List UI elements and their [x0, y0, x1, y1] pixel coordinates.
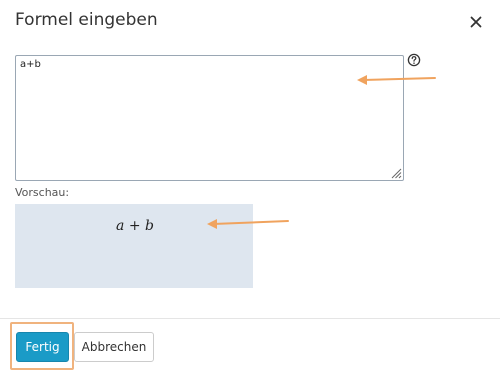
close-icon[interactable] — [466, 12, 486, 32]
preview-label: Vorschau: — [15, 186, 70, 199]
annotation-arrow-input — [357, 75, 436, 85]
formula-dialog: Formel eingeben a+b Vorschau: a + b Fert… — [0, 0, 500, 382]
cancel-button[interactable]: Abbrechen — [74, 332, 154, 362]
formula-input[interactable]: a+b — [15, 55, 404, 181]
footer-divider — [0, 318, 500, 319]
dialog-header: Formel eingeben — [0, 0, 500, 44]
question-circle-icon[interactable] — [407, 53, 421, 67]
dialog-title: Formel eingeben — [15, 10, 158, 30]
annotation-arrow-preview — [207, 219, 289, 229]
resize-grip-icon[interactable] — [390, 167, 402, 179]
done-button[interactable]: Fertig — [16, 332, 69, 362]
